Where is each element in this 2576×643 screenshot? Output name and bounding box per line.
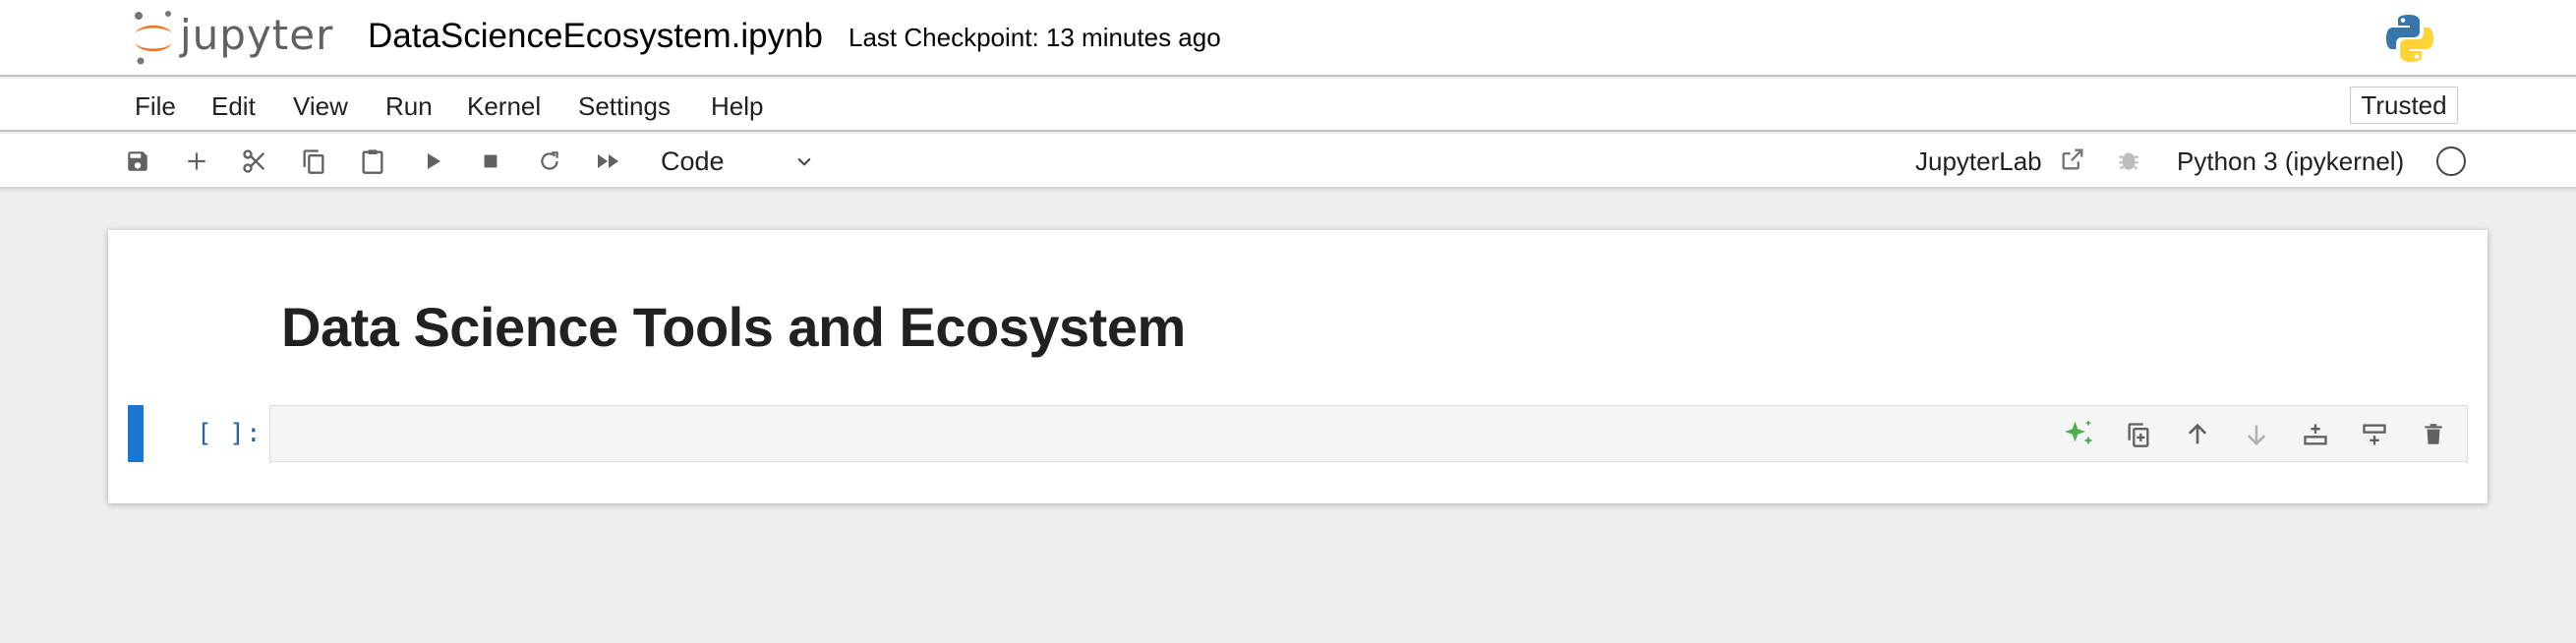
insert-cell-button[interactable]	[181, 146, 212, 177]
top-header: jupyter DataScienceEcosystem.ipynb Last …	[0, 0, 2576, 77]
notebook-toolbar: Code JupyterLab Python 3 (ipykernel)	[0, 134, 2576, 189]
clipboard-icon	[362, 149, 383, 174]
play-icon	[428, 153, 440, 169]
restart-icon	[541, 151, 558, 170]
open-jupyterlab-link[interactable]: JupyterLab	[1915, 146, 2042, 176]
arrow-up-icon	[2188, 423, 2207, 444]
menu-help[interactable]: Help	[711, 91, 763, 121]
cell-type-select[interactable]: Code	[661, 144, 818, 179]
trusted-indicator[interactable]: Trusted	[2350, 87, 2458, 124]
move-cell-up-button[interactable]	[2168, 416, 2227, 453]
delete-cell-button[interactable]	[2404, 416, 2463, 453]
insert-cell-above-button[interactable]	[2286, 416, 2345, 453]
cell-type-value: Code	[661, 146, 725, 176]
kernel-status-idle-icon	[2436, 146, 2466, 176]
copy-icon	[303, 149, 324, 174]
fast-forward-icon	[598, 154, 618, 168]
paste-button[interactable]	[357, 146, 388, 177]
jupyter-logo-icon	[135, 11, 172, 65]
cut-button[interactable]	[239, 146, 270, 177]
insert-above-icon	[2304, 424, 2327, 445]
code-cell-input[interactable]	[269, 405, 2468, 462]
menu-bar: File Edit View Run Kernel Settings Help …	[0, 79, 2576, 132]
jupyter-logo[interactable]: jupyter	[131, 8, 333, 67]
insert-below-icon	[2363, 424, 2386, 445]
debugger-bug-icon[interactable]	[2116, 147, 2141, 173]
cell-prompt: [ ]:	[197, 419, 263, 448]
notebook-title[interactable]: DataScienceEcosystem.ipynb	[368, 16, 823, 57]
menu-edit[interactable]: Edit	[211, 91, 256, 121]
arrow-down-icon	[2247, 425, 2266, 446]
duplicate-icon	[2128, 423, 2149, 447]
restart-run-all-button[interactable]	[593, 146, 624, 177]
menu-settings[interactable]: Settings	[578, 91, 671, 121]
kernel-name[interactable]: Python 3 (ipykernel)	[2177, 146, 2404, 176]
notebook-panel: Data Science Tools and Ecosystem [ ]:	[108, 230, 2488, 503]
run-cell-button[interactable]	[417, 146, 448, 177]
external-link-icon[interactable]	[2059, 146, 2086, 173]
duplicate-cell-button[interactable]	[2109, 416, 2168, 453]
menu-file[interactable]: File	[135, 91, 176, 121]
active-cell-indicator	[128, 405, 144, 462]
sparkle-icon	[2065, 420, 2093, 445]
plus-icon	[188, 152, 205, 170]
trash-icon	[2425, 424, 2442, 444]
copy-button[interactable]	[298, 146, 329, 177]
scissors-icon	[243, 149, 265, 173]
markdown-heading[interactable]: Data Science Tools and Ecosystem	[281, 295, 1186, 360]
menu-run[interactable]: Run	[385, 91, 433, 121]
stop-icon	[484, 154, 498, 168]
save-icon	[128, 151, 147, 171]
menu-view[interactable]: View	[293, 91, 348, 121]
python-logo-icon	[2383, 12, 2436, 70]
chevron-down-icon	[797, 157, 811, 166]
cell-toolbar	[2050, 416, 2463, 453]
menu-kernel[interactable]: Kernel	[467, 91, 541, 121]
restart-kernel-button[interactable]	[534, 146, 565, 177]
save-button[interactable]	[122, 146, 153, 177]
ai-assist-button[interactable]	[2050, 416, 2109, 453]
insert-cell-below-button[interactable]	[2345, 416, 2404, 453]
jupyter-logo-text: jupyter	[180, 10, 334, 59]
interrupt-kernel-button[interactable]	[475, 146, 506, 177]
move-cell-down-button[interactable]	[2227, 416, 2286, 453]
last-checkpoint: Last Checkpoint: 13 minutes ago	[849, 23, 1221, 52]
